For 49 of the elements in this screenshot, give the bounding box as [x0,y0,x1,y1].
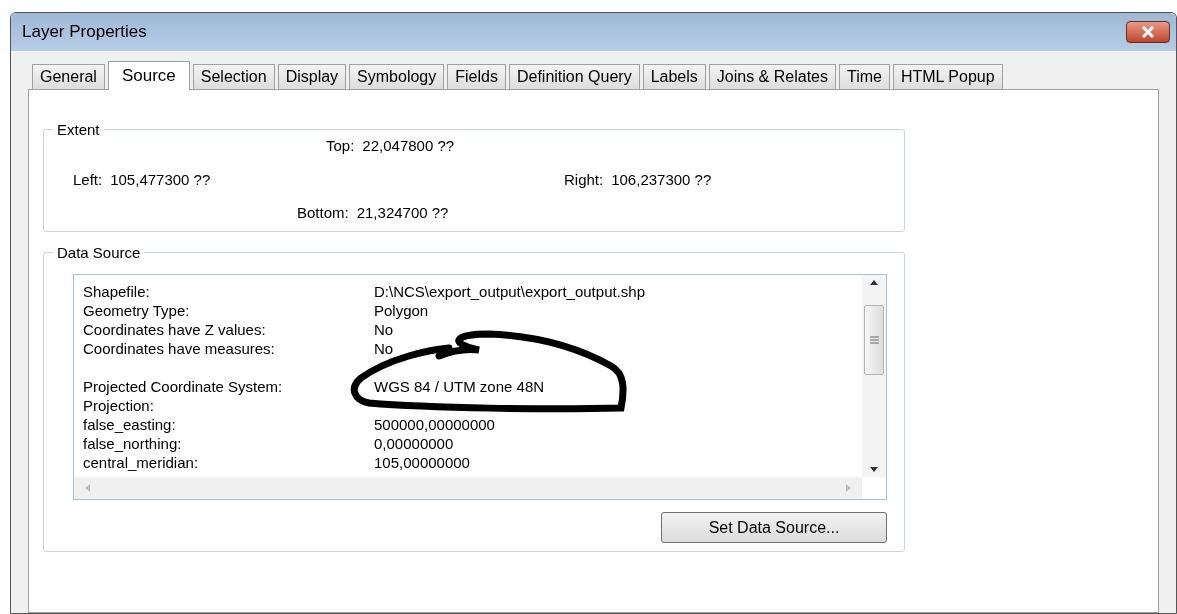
property-name: false_northing: [83,434,183,453]
property-value: 0,00000000 [374,434,454,453]
extent-value: 21,324700 ?? [356,203,449,223]
close-icon [1140,26,1156,38]
extent-label: Right: [564,169,604,190]
property-name: Geometry Type: [83,301,191,320]
tab[interactable]: Display [277,64,347,89]
property-value: WGS 84 / UTM zone 48N [374,377,545,396]
property-name: Coordinates have measures: [83,339,276,358]
extent-value: 106,237300 ?? [611,169,712,190]
set-data-source-button[interactable]: Set Data Source... [661,512,887,543]
property-value: No [374,320,394,339]
tab[interactable]: General [32,64,105,89]
source-info-list[interactable] [73,274,887,500]
tab[interactable]: Time [839,64,890,89]
property-value: No [374,339,394,358]
left-arrow-icon[interactable] [84,483,90,493]
property-value: 105,00000000 [374,453,470,472]
window-title: Layer Properties [22,21,147,44]
down-arrow-icon[interactable] [869,467,879,473]
property-name: central_meridian: [83,453,200,472]
property-name: Projection: [83,396,155,415]
grip-icon [869,336,879,344]
property-value: D:\NCS\export_output\export_output.shp [374,282,645,301]
horizontal-scrollbar[interactable] [74,477,862,499]
scrollbar-thumb[interactable] [864,305,884,375]
property-name: Coordinates have Z values: [83,320,267,339]
extent-label: Left: [73,169,103,190]
close-button[interactable] [1126,21,1170,43]
tab[interactable]: Symbology [349,64,445,89]
extent-value: 22,047800 ?? [362,136,455,156]
property-value: 500000,00000000 [374,415,495,434]
property-name: Projected Coordinate System: [83,377,284,396]
tab[interactable]: Selection [192,64,275,89]
tab[interactable]: Source [107,61,190,90]
tab[interactable]: Definition Query [508,64,640,89]
tab[interactable]: Fields [447,64,506,89]
tab[interactable]: Labels [642,64,706,89]
property-name: false_easting: [83,415,177,434]
tab[interactable]: HTML Popup [892,64,1003,89]
extent-value: 105,477300 ?? [110,169,211,190]
extent-label: Top: [326,136,355,156]
extent-label: Bottom: [297,203,349,223]
right-arrow-icon[interactable] [846,483,852,493]
vertical-scrollbar[interactable] [862,275,886,477]
property-value: Polygon [374,301,429,320]
property-name: Shapefile: [83,282,151,301]
up-arrow-icon[interactable] [869,279,879,285]
tab[interactable]: Joins & Relates [708,64,836,89]
